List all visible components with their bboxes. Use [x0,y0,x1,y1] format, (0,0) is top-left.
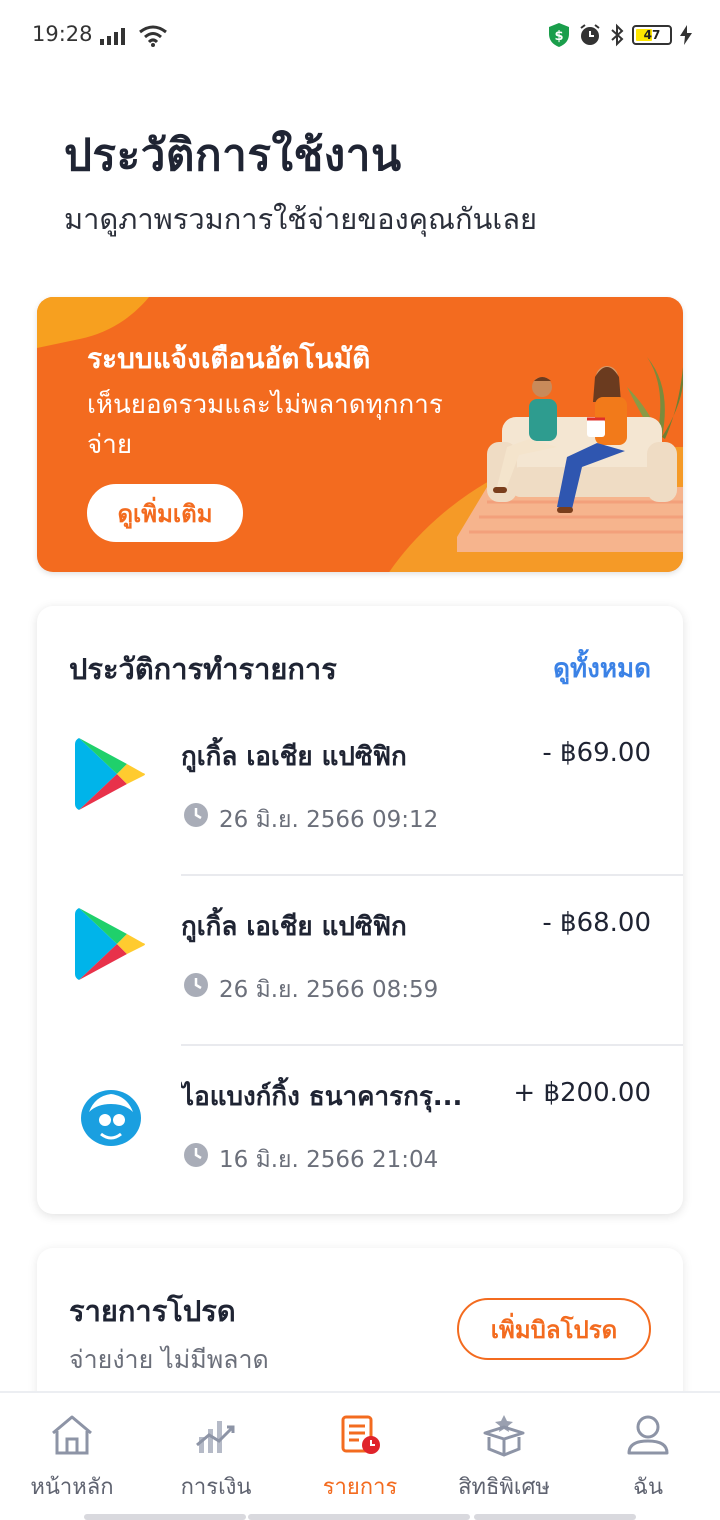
nav-label: รายการ [322,1475,398,1500]
transaction-history-card: ประวัติการทำรายการ ดูทั้งหมด กูเกิ้ล เอเ… [37,606,683,1214]
nav-item-home[interactable]: หน้าหลัก [0,1393,144,1520]
page-subtitle: มาดูภาพรวมการใช้จ่ายของคุณกันเลย [64,202,538,236]
nav-item-privileges[interactable]: สิทธิพิเศษ [432,1393,576,1520]
banner-text: เห็นยอดรวมและไม่พลาดทุกการจ่าย [87,390,443,460]
clock-icon [184,803,208,827]
promo-banner[interactable]: ระบบแจ้งเตือนอัตโนมัติ เห็นยอดรวมและไม่พ… [37,297,683,572]
banner-title: ระบบแจ้งเตือนอัตโนมัติ [87,342,371,375]
transaction-history-title: ประวัติการทำรายการ [69,652,337,686]
clock-icon [184,973,208,997]
transactions-icon [341,1415,380,1454]
google-play-icon [75,738,145,810]
battery-icon: 47 [632,25,672,45]
nav-label: ฉัน [632,1475,664,1500]
transaction-amount: - ฿68.00 [542,908,651,938]
transaction-row[interactable]: กูเกิ้ล เอเชีย แปซิฟิก - ฿69.00 26 มิ.ย.… [37,706,683,876]
transaction-name: กูเกิ้ล เอเชีย แปซิฟิก [181,912,407,942]
nav-label: การเงิน [180,1475,252,1500]
couple-on-sofa-illustration [457,357,683,552]
status-right-icons: $ 47 [548,22,692,48]
nav-item-transactions[interactable]: รายการ [288,1393,432,1520]
view-all-link[interactable]: ดูทั้งหมด [553,648,651,689]
transaction-date: 16 มิ.ย. 2566 21:04 [219,1147,439,1173]
home-icon [52,1415,92,1455]
wifi-icon [139,25,167,47]
transaction-date: 26 มิ.ย. 2566 09:12 [219,807,439,833]
status-time: 19:28 [32,22,93,46]
transaction-amount: + ฿200.00 [513,1078,651,1108]
bluetooth-icon [611,23,624,47]
status-bar: 19:28 $ 47 [0,0,720,72]
favorite-bills-subtitle: จ่ายง่าย ไม่มีพลาด [69,1345,269,1374]
bottom-navigation: หน้าหลัก การเงิน รายการ สิทธิพิเศษ ฉัน [0,1391,720,1520]
nav-label: หน้าหลัก [30,1475,114,1500]
transaction-name: กูเกิ้ล เอเชีย แปซิฟิก [181,742,407,772]
svg-text:$: $ [554,29,563,44]
profile-icon [627,1415,669,1455]
nav-label: สิทธิพิเศษ [458,1475,550,1500]
see-more-button[interactable]: ดูเพิ่มเติม [85,482,245,544]
transaction-name: ไอแบงก์กิ้ง ธนาคารกรุ... [181,1082,463,1112]
transaction-row[interactable]: กูเกิ้ล เอเชีย แปซิฟิก - ฿68.00 26 มิ.ย.… [37,876,683,1046]
page-title: ประวัติการใช้งาน [64,130,402,181]
gesture-bar [84,1514,246,1520]
favorite-bills-title: รายการโปรด [69,1294,236,1328]
nav-item-profile[interactable]: ฉัน [576,1393,720,1520]
google-play-icon [75,908,145,980]
gesture-bar [248,1514,470,1520]
finance-chart-icon [196,1421,235,1453]
add-favorite-bill-button[interactable]: เพิ่มบิลโปรด [457,1298,651,1360]
nav-item-finance[interactable]: การเงิน [144,1393,288,1520]
gesture-bar [474,1514,636,1520]
charging-icon [680,25,692,45]
signal-icon [100,28,125,45]
privilege-box-icon [483,1415,525,1457]
transaction-row[interactable]: ไอแบงก์กิ้ง ธนาคารกรุ... + ฿200.00 16 มิ… [37,1046,683,1216]
kbank-icon [81,1090,141,1146]
clock-icon [184,1143,208,1167]
transaction-date: 26 มิ.ย. 2566 08:59 [219,977,439,1003]
alarm-icon [580,24,600,45]
transaction-amount: - ฿69.00 [542,738,651,768]
security-shield-icon: $ [549,23,569,47]
